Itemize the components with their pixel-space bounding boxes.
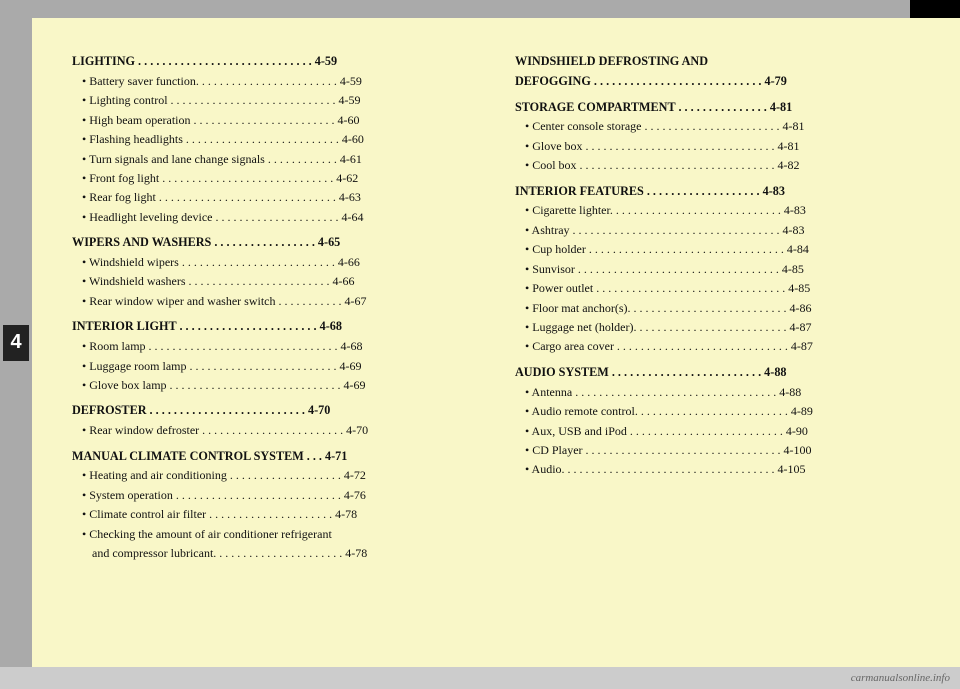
right-column: WINDSHIELD DEFROSTING ANDDEFOGGING . . .… [515, 46, 928, 647]
list-item: • Aux, USB and iPod . . . . . . . . . . … [515, 422, 928, 441]
list-item: • Power outlet . . . . . . . . . . . . .… [515, 279, 928, 298]
list-item: • CD Player . . . . . . . . . . . . . . … [515, 441, 928, 460]
list-item: DEFOGGING . . . . . . . . . . . . . . . … [515, 72, 928, 92]
list-item: • Windshield washers . . . . . . . . . .… [72, 272, 485, 291]
bottom-bar: carmanualsonline.info [0, 667, 960, 689]
list-item: • Luggage net (holder). . . . . . . . . … [515, 318, 928, 337]
list-item: • Rear fog light . . . . . . . . . . . .… [72, 188, 485, 207]
watermark-text: carmanualsonline.info [851, 672, 950, 684]
main-content: LIGHTING . . . . . . . . . . . . . . . .… [32, 18, 960, 667]
list-item: • Windshield wipers . . . . . . . . . . … [72, 253, 485, 272]
list-item: • Heating and air conditioning . . . . .… [72, 466, 485, 485]
list-item: INTERIOR FEATURES . . . . . . . . . . . … [515, 182, 928, 202]
list-item: • Checking the amount of air conditioner… [72, 525, 485, 544]
list-item: • Turn signals and lane change signals .… [72, 150, 485, 169]
list-item: • High beam operation . . . . . . . . . … [72, 111, 485, 130]
list-item: • Cup holder . . . . . . . . . . . . . .… [515, 240, 928, 259]
list-item: • Sunvisor . . . . . . . . . . . . . . .… [515, 260, 928, 279]
left-tab: 4 [0, 18, 32, 667]
page-container: 4 LIGHTING . . . . . . . . . . . . . . .… [0, 0, 960, 689]
list-item: • Audio remote control. . . . . . . . . … [515, 402, 928, 421]
list-item: DEFROSTER . . . . . . . . . . . . . . . … [72, 401, 485, 421]
list-item: AUDIO SYSTEM . . . . . . . . . . . . . .… [515, 363, 928, 383]
list-item: WINDSHIELD DEFROSTING AND [515, 52, 928, 72]
list-item: • Flashing headlights . . . . . . . . . … [72, 130, 485, 149]
list-item: • Front fog light . . . . . . . . . . . … [72, 169, 485, 188]
list-item: LIGHTING . . . . . . . . . . . . . . . .… [72, 52, 485, 72]
top-bar [0, 0, 960, 18]
list-item: • Headlight leveling device . . . . . . … [72, 208, 485, 227]
list-item: • Cigarette lighter. . . . . . . . . . .… [515, 201, 928, 220]
left-column: LIGHTING . . . . . . . . . . . . . . . .… [72, 46, 485, 647]
list-item: • Rear window defroster . . . . . . . . … [72, 421, 485, 440]
list-item: • System operation . . . . . . . . . . .… [72, 486, 485, 505]
list-item: • Lighting control . . . . . . . . . . .… [72, 91, 485, 110]
list-item: • Room lamp . . . . . . . . . . . . . . … [72, 337, 485, 356]
list-item: • Rear window wiper and washer switch . … [72, 292, 485, 311]
list-item: • Luggage room lamp . . . . . . . . . . … [72, 357, 485, 376]
list-item: • Glove box lamp . . . . . . . . . . . .… [72, 376, 485, 395]
list-item: • Cargo area cover . . . . . . . . . . .… [515, 337, 928, 356]
list-item: STORAGE COMPARTMENT . . . . . . . . . . … [515, 98, 928, 118]
list-item: INTERIOR LIGHT . . . . . . . . . . . . .… [72, 317, 485, 337]
list-item: and compressor lubricant. . . . . . . . … [72, 544, 485, 563]
list-item: • Climate control air filter . . . . . .… [72, 505, 485, 524]
tab-number: 4 [3, 325, 29, 361]
list-item: • Center console storage . . . . . . . .… [515, 117, 928, 136]
list-item: • Battery saver function. . . . . . . . … [72, 72, 485, 91]
list-item: • Cool box . . . . . . . . . . . . . . .… [515, 156, 928, 175]
list-item: • Antenna . . . . . . . . . . . . . . . … [515, 383, 928, 402]
list-item: MANUAL CLIMATE CONTROL SYSTEM . . . 4-71 [72, 447, 485, 467]
list-item: • Ashtray . . . . . . . . . . . . . . . … [515, 221, 928, 240]
list-item: • Audio. . . . . . . . . . . . . . . . .… [515, 460, 928, 479]
list-item: WIPERS AND WASHERS . . . . . . . . . . .… [72, 233, 485, 253]
list-item: • Floor mat anchor(s). . . . . . . . . .… [515, 299, 928, 318]
list-item: • Glove box . . . . . . . . . . . . . . … [515, 137, 928, 156]
